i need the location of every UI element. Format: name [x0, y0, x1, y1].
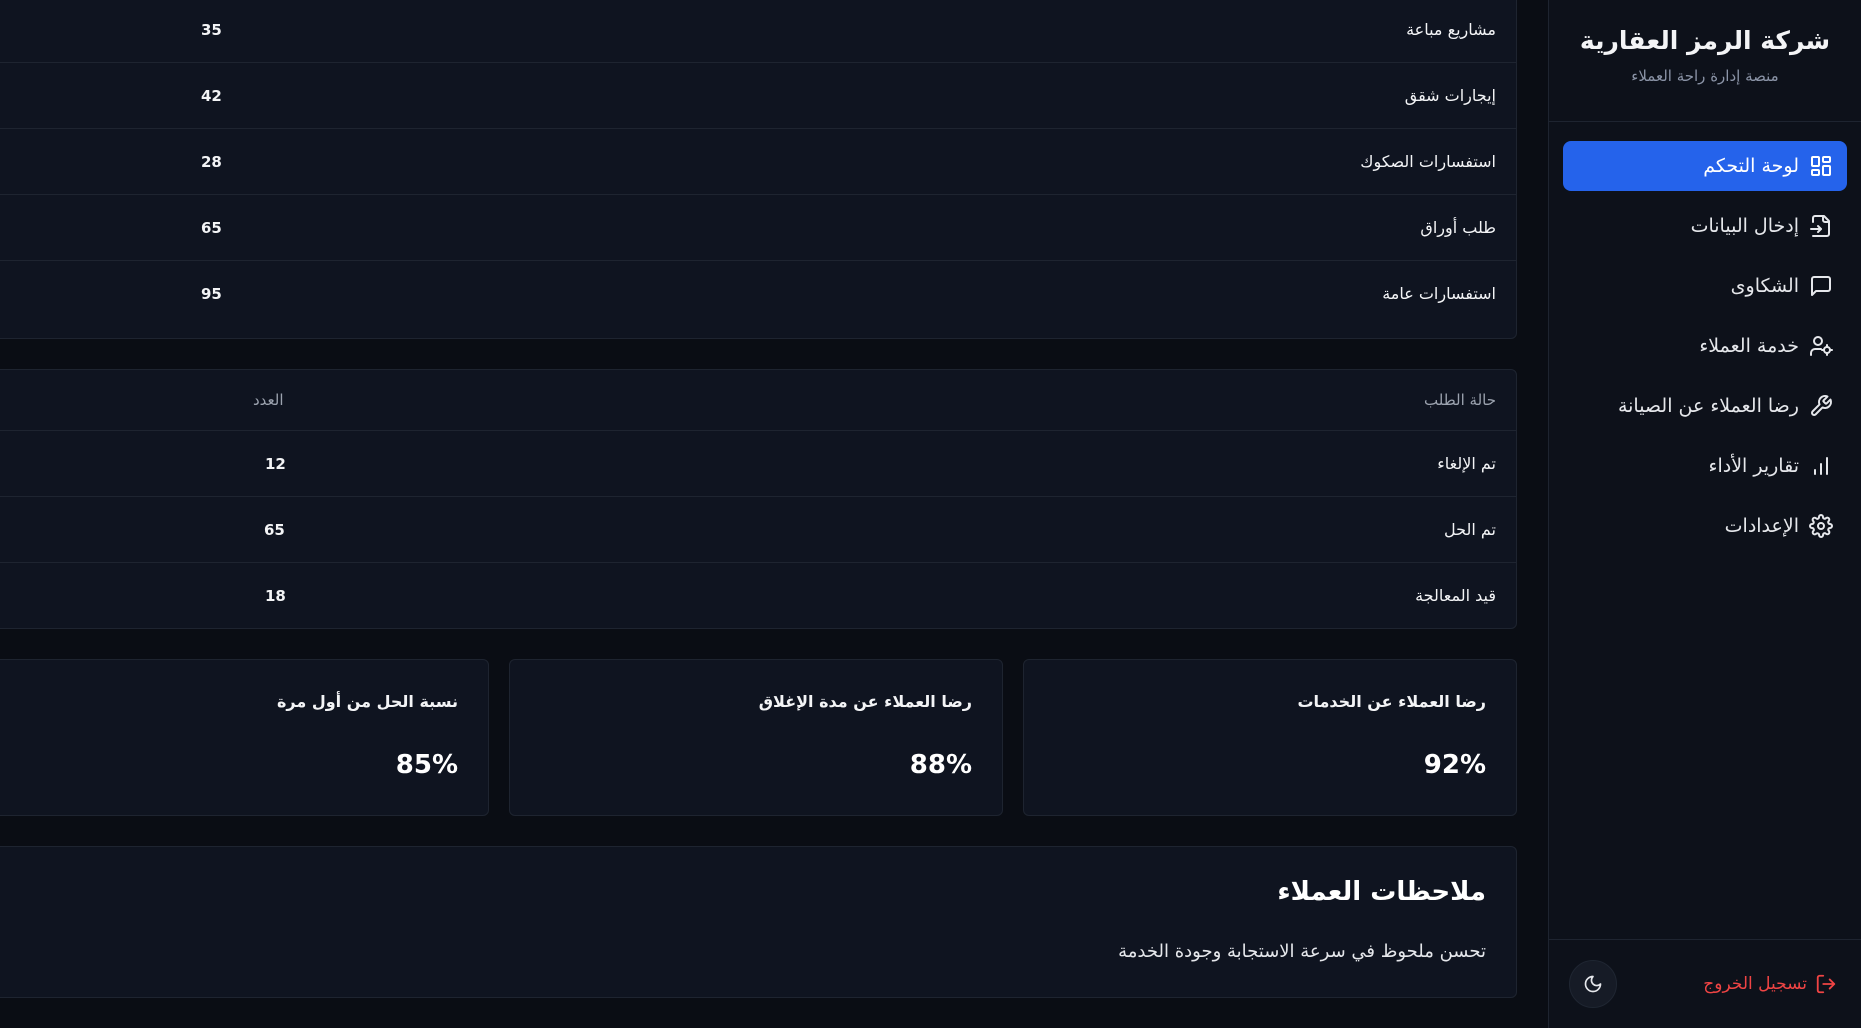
row-label: قيد المعالجة	[1415, 586, 1496, 605]
table-row: استفسارات الصكوك 28	[0, 129, 1516, 195]
notes-text: تحسن ملحوظ في سرعة الاستجابة وجودة الخدم…	[1118, 941, 1486, 962]
sidebar-item-settings[interactable]: الإعدادات	[1563, 501, 1847, 551]
file-input-icon	[1809, 214, 1833, 238]
sidebar-item-label: إدخال البيانات	[1690, 215, 1799, 237]
sidebar-item-performance-reports[interactable]: تقارير الأداء	[1563, 441, 1847, 491]
sidebar-item-label: الإعدادات	[1724, 515, 1799, 537]
status-table: حالة الطلب العدد تم الإلغاء 12 تم الحل 6…	[0, 369, 1517, 629]
stat-card-first-resolution: نسبة الحل من أول مرة 85%	[0, 659, 489, 816]
logout-label: تسجيل الخروج	[1703, 974, 1807, 994]
row-label: إيجارات شقق	[1404, 86, 1496, 105]
logout-icon	[1807, 973, 1837, 995]
sidebar-item-data-entry[interactable]: إدخال البيانات	[1563, 201, 1847, 251]
notes-title: ملاحظات العملاء	[1277, 877, 1486, 907]
row-label: استفسارات عامة	[1382, 284, 1496, 303]
table-row: طلب أوراق 65	[0, 195, 1516, 261]
row-value: 12	[265, 455, 286, 473]
header-status: حالة الطلب	[1424, 391, 1496, 409]
sidebar-item-complaints[interactable]: الشكاوى	[1563, 261, 1847, 311]
sidebar-item-label: رضا العملاء عن الصيانة	[1617, 395, 1799, 417]
row-label: استفسارات الصكوك	[1360, 152, 1496, 171]
customer-notes-card: ملاحظات العملاء تحسن ملحوظ في سرعة الاست…	[0, 846, 1517, 998]
stat-value: 85%	[395, 750, 458, 780]
stat-title: رضا العملاء عن مدة الإغلاق	[758, 692, 972, 711]
stat-value: 88%	[909, 750, 972, 780]
sidebar-item-dashboard[interactable]: لوحة التحكم	[1563, 141, 1847, 191]
row-value: 18	[265, 587, 286, 605]
row-value: 65	[264, 521, 285, 539]
wrench-icon	[1809, 394, 1833, 418]
table-row: قيد المعالجة 18	[0, 563, 1516, 629]
brand-subtitle: منصة إدارة راحة العملاء	[1631, 67, 1779, 85]
row-value: 65	[201, 219, 222, 237]
categories-table: مشاريع مباعة 35 إيجارات شقق 42 استفسارات…	[0, 0, 1517, 339]
brand-title: شركة الرمز العقارية	[1579, 26, 1831, 55]
table-row: استفسارات عامة 95	[0, 261, 1516, 327]
gear-icon	[1809, 514, 1833, 538]
user-cog-icon	[1809, 334, 1833, 358]
message-icon	[1809, 274, 1833, 298]
table-header: حالة الطلب العدد	[0, 370, 1516, 431]
moon-icon	[1583, 974, 1603, 994]
sidebar-item-label: خدمة العملاء	[1699, 335, 1799, 357]
row-value: 95	[201, 285, 222, 303]
stat-value: 92%	[1423, 750, 1486, 780]
sidebar-item-label: تقارير الأداء	[1708, 455, 1799, 477]
stat-card-closing: رضا العملاء عن مدة الإغلاق 88%	[509, 659, 1003, 816]
sidebar-nav: لوحة التحكم إدخال البيانات الشكاوى خدمة …	[1549, 122, 1861, 551]
table-row: تم الحل 65	[0, 497, 1516, 563]
bar-chart-icon	[1809, 454, 1833, 478]
table-row: إيجارات شقق 42	[0, 63, 1516, 129]
table-row: تم الإلغاء 12	[0, 431, 1516, 497]
row-value: 28	[201, 153, 222, 171]
table-row: مشاريع مباعة 35	[0, 0, 1516, 63]
sidebar-footer: تسجيل الخروج	[1549, 939, 1861, 1028]
row-value: 42	[201, 87, 222, 105]
sidebar-item-customer-service[interactable]: خدمة العملاء	[1563, 321, 1847, 371]
brand: شركة الرمز العقارية منصة إدارة راحة العم…	[1549, 0, 1861, 122]
row-label: مشاريع مباعة	[1406, 20, 1496, 39]
header-count: العدد	[253, 391, 284, 409]
sidebar-item-label: لوحة التحكم	[1703, 155, 1799, 177]
row-label: تم الحل	[1444, 520, 1496, 539]
sidebar-item-label: الشكاوى	[1730, 275, 1799, 297]
stat-title: رضا العملاء عن الخدمات	[1297, 692, 1486, 711]
theme-toggle-button[interactable]	[1569, 960, 1617, 1008]
row-label: تم الإلغاء	[1437, 454, 1496, 473]
dashboard-icon	[1809, 154, 1833, 178]
sidebar: شركة الرمز العقارية منصة إدارة راحة العم…	[1548, 0, 1861, 1028]
row-value: 35	[201, 21, 222, 39]
row-label: طلب أوراق	[1420, 218, 1496, 237]
stat-title: نسبة الحل من أول مرة	[276, 692, 458, 711]
sidebar-item-maintenance-satisfaction[interactable]: رضا العملاء عن الصيانة	[1563, 381, 1847, 431]
logout-button[interactable]: تسجيل الخروج	[1703, 973, 1837, 995]
app-root: مشاريع مباعة 35 إيجارات شقق 42 استفسارات…	[0, 0, 1861, 1028]
stat-card-services: رضا العملاء عن الخدمات 92%	[1023, 659, 1517, 816]
